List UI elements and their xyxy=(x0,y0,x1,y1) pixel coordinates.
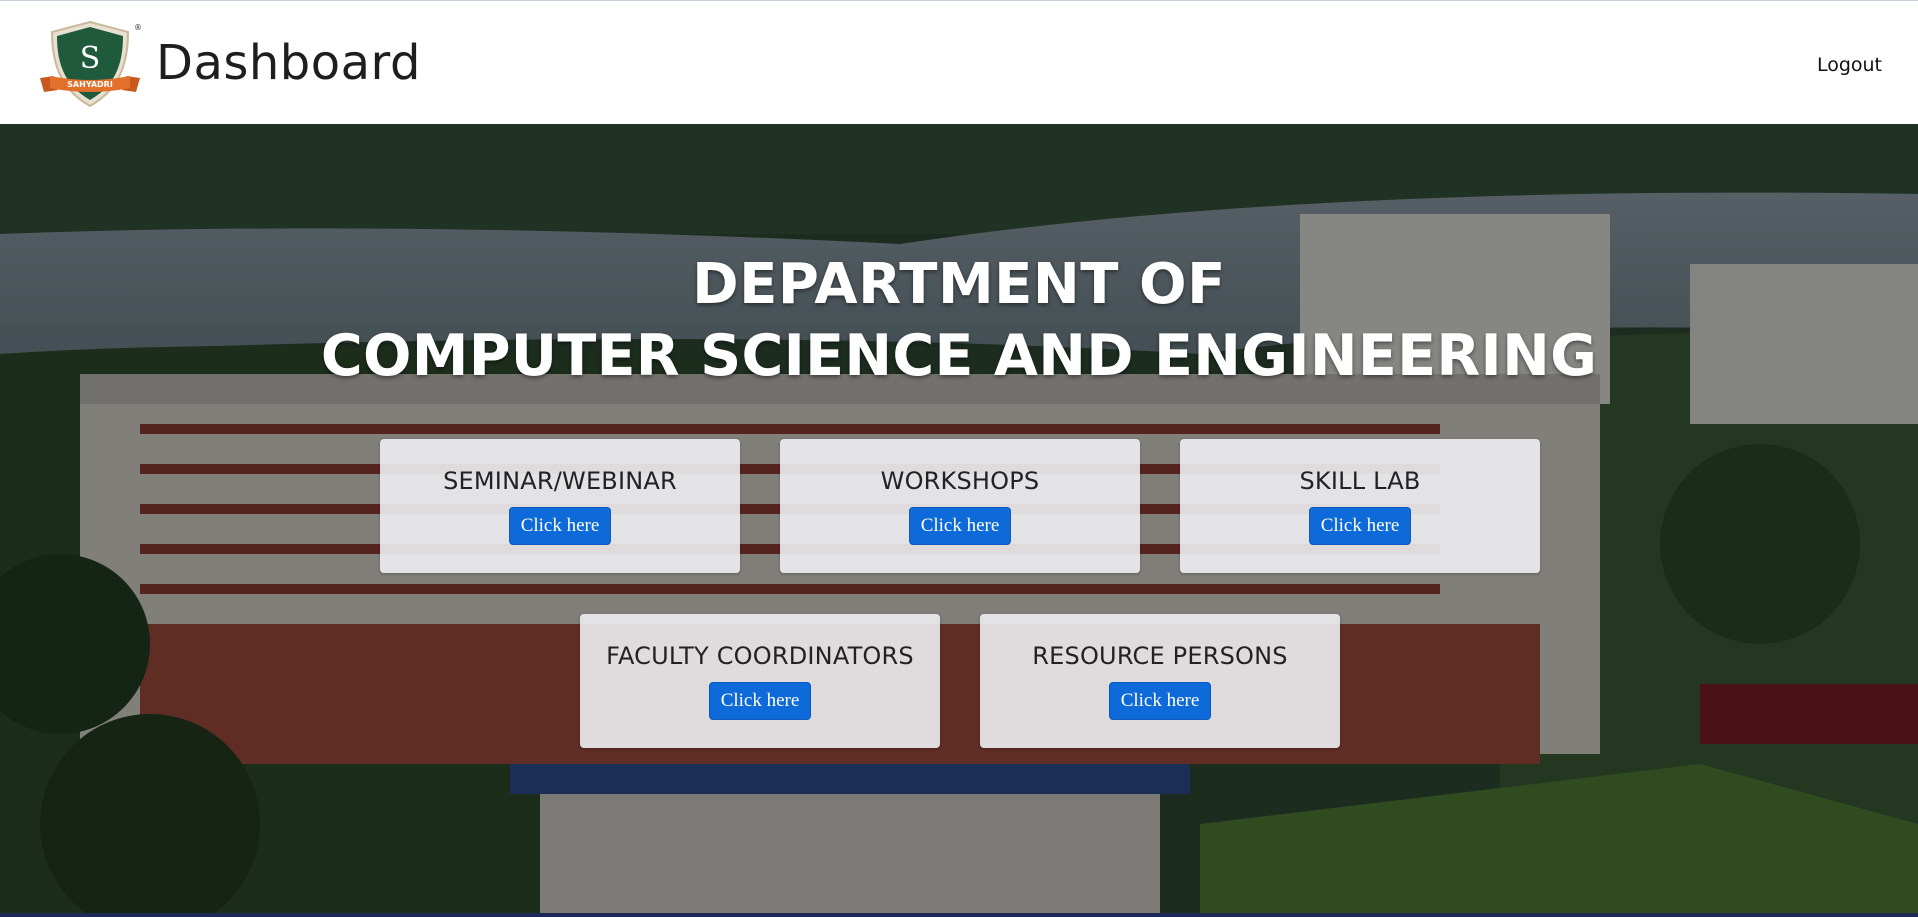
svg-text:SAHYADRI: SAHYADRI xyxy=(67,80,113,89)
page-title: Dashboard xyxy=(156,34,421,91)
seminar-webinar-button[interactable]: Click here xyxy=(508,507,612,545)
card-title: SEMINAR/WEBINAR xyxy=(443,467,677,495)
card-title: WORKSHOPS xyxy=(880,467,1040,495)
workshops-button[interactable]: Click here xyxy=(908,507,1012,545)
svg-text:S: S xyxy=(80,41,101,76)
card-skill-lab: SKILL LAB Click here xyxy=(1180,439,1540,573)
card-faculty-coordinators: FACULTY COORDINATORS Click here xyxy=(580,614,940,748)
card-seminar-webinar: SEMINAR/WEBINAR Click here xyxy=(380,439,740,573)
card-resource-persons: RESOURCE PERSONS Click here xyxy=(980,614,1340,748)
card-title: RESOURCE PERSONS xyxy=(1032,642,1288,670)
card-title: SKILL LAB xyxy=(1299,467,1421,495)
brand-link[interactable]: S SAHYADRI ® Dashboard xyxy=(38,16,421,110)
skill-lab-button[interactable]: Click here xyxy=(1308,507,1412,545)
department-heading: DEPARTMENT OF COMPUTER SCIENCE AND ENGIN… xyxy=(0,250,1918,392)
card-workshops: WORKSHOPS Click here xyxy=(780,439,1140,573)
logout-link[interactable]: Logout xyxy=(1817,54,1882,76)
bottom-strip xyxy=(0,913,1918,917)
heading-line-2: COMPUTER SCIENCE AND ENGINEERING xyxy=(320,323,1598,389)
heading-line-1: DEPARTMENT OF xyxy=(692,252,1226,317)
faculty-coordinators-button[interactable]: Click here xyxy=(708,682,812,720)
hero-section: DEPARTMENT OF COMPUTER SCIENCE AND ENGIN… xyxy=(0,124,1918,917)
sahyadri-logo: S SAHYADRI ® xyxy=(40,20,142,107)
card-title: FACULTY COORDINATORS xyxy=(606,642,914,670)
navbar: S SAHYADRI ® Dashboard Logout xyxy=(0,0,1918,124)
svg-text:®: ® xyxy=(134,23,142,32)
resource-persons-button[interactable]: Click here xyxy=(1108,682,1212,720)
